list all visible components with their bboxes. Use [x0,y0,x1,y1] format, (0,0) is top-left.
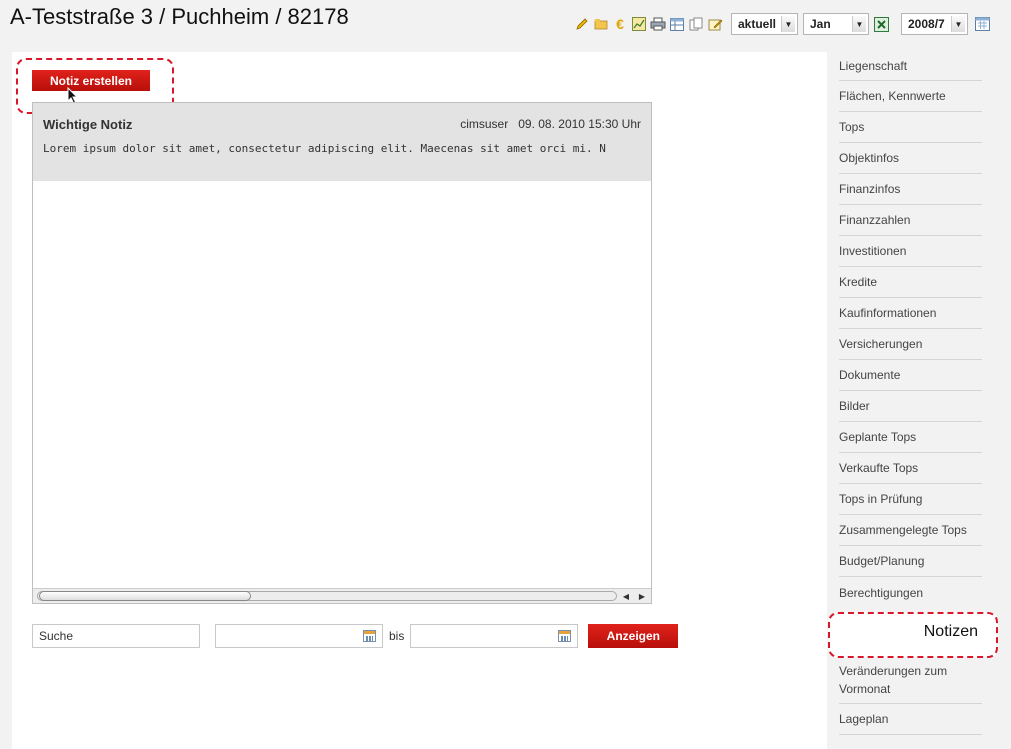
edit-note-icon[interactable] [707,16,723,32]
note-card[interactable]: Wichtige Notiz cimsuser 09. 08. 2010 15:… [33,103,651,181]
pencil-icon[interactable] [574,16,590,32]
toolbar: € aktuell ▼ Jan ▼ 2008/7 ▼ [574,13,993,35]
sidebar-item-finanzzahlen[interactable]: Finanzzahlen [839,205,982,236]
status-select[interactable]: aktuell ▼ [731,13,798,35]
status-select-value: aktuell [738,17,777,31]
chevron-down-icon: ▼ [781,16,795,32]
table-icon[interactable] [669,16,685,32]
note-user: cimsuser [460,117,509,131]
excel-icon[interactable] [873,16,889,32]
sidebar-item-versicherungen[interactable]: Versicherungen [839,329,982,360]
sidebar-item-kaufinformationen[interactable]: Kaufinformationen [839,298,982,329]
search-input[interactable]: Suche [32,624,200,648]
filter-row: Suche bis Anzeigen [32,624,679,648]
sidebar-item-veraenderungen[interactable]: Veränderungen zum Vormonat [839,656,982,704]
sidebar-item-tops[interactable]: Tops [839,112,982,143]
scroll-left-icon[interactable]: ◀ [619,590,633,602]
period-select[interactable]: 2008/7 ▼ [901,13,968,35]
bis-label: bis [389,629,405,643]
to-date-field[interactable] [410,624,579,648]
calendar-icon[interactable] [363,630,376,642]
sidebar-item-zusammengelegte-tops[interactable]: Zusammengelegte Tops [839,515,982,546]
month-select-value: Jan [810,17,831,31]
sidebar-item-investitionen[interactable]: Investitionen [839,236,982,267]
sidebar-item-lageplan[interactable]: Lageplan [839,704,982,735]
chevron-down-icon: ▼ [951,16,965,32]
euro-icon[interactable]: € [612,16,628,32]
horizontal-scrollbar[interactable]: ◀ ▶ [33,588,651,603]
note-title: Wichtige Notiz [43,117,133,132]
from-date-field[interactable] [215,624,383,648]
copy-icon[interactable] [688,16,704,32]
calendar-icon[interactable] [974,16,990,32]
sidebar-item-notizen[interactable]: Notizen [839,608,982,656]
chevron-down-icon: ▼ [852,16,866,32]
show-button[interactable]: Anzeigen [588,624,679,648]
sidebar-item-bilder[interactable]: Bilder [839,391,982,422]
page-title: A-Teststraße 3 / Puchheim / 82178 [10,4,349,29]
note-date: 09. 08. 2010 15:30 Uhr [518,117,641,131]
calendar-icon[interactable] [558,630,572,642]
sidebar-item-kredite[interactable]: Kredite [839,267,982,298]
sidebar-item-flaechen[interactable]: Flächen, Kennwerte [839,81,982,112]
sidebar-item-budget-planung[interactable]: Budget/Planung [839,546,982,577]
folder-icon[interactable] [593,16,609,32]
sidebar-item-dokumente[interactable]: Dokumente [839,360,982,391]
main-content: Notiz erstellen Wichtige Notiz cimsuser … [12,52,827,749]
note-body: Lorem ipsum dolor sit amet, consectetur … [43,142,606,155]
chart-icon[interactable] [631,16,647,32]
sidebar-item-verkaufte-tops[interactable]: Verkaufte Tops [839,453,982,484]
sidebar-item-objektinfos[interactable]: Objektinfos [839,143,982,174]
notes-panel[interactable]: Wichtige Notiz cimsuser 09. 08. 2010 15:… [32,102,652,604]
sidebar: Liegenschaft Flächen, Kennwerte Tops Obj… [839,52,982,735]
sidebar-item-tops-in-pruefung[interactable]: Tops in Prüfung [839,484,982,515]
scroll-right-icon[interactable]: ▶ [635,590,649,602]
sidebar-item-geplante-tops[interactable]: Geplante Tops [839,422,982,453]
sidebar-item-finanzinfos[interactable]: Finanzinfos [839,174,982,205]
new-note-button[interactable]: Notiz erstellen [32,70,150,91]
month-select[interactable]: Jan ▼ [803,13,869,35]
scroll-thumb[interactable] [39,591,251,601]
print-icon[interactable] [650,16,666,32]
period-select-value: 2008/7 [908,17,945,31]
sidebar-item-liegenschaft[interactable]: Liegenschaft [839,52,982,81]
sidebar-item-berechtigungen[interactable]: Berechtigungen [839,577,982,608]
note-meta: cimsuser 09. 08. 2010 15:30 Uhr [460,117,641,132]
